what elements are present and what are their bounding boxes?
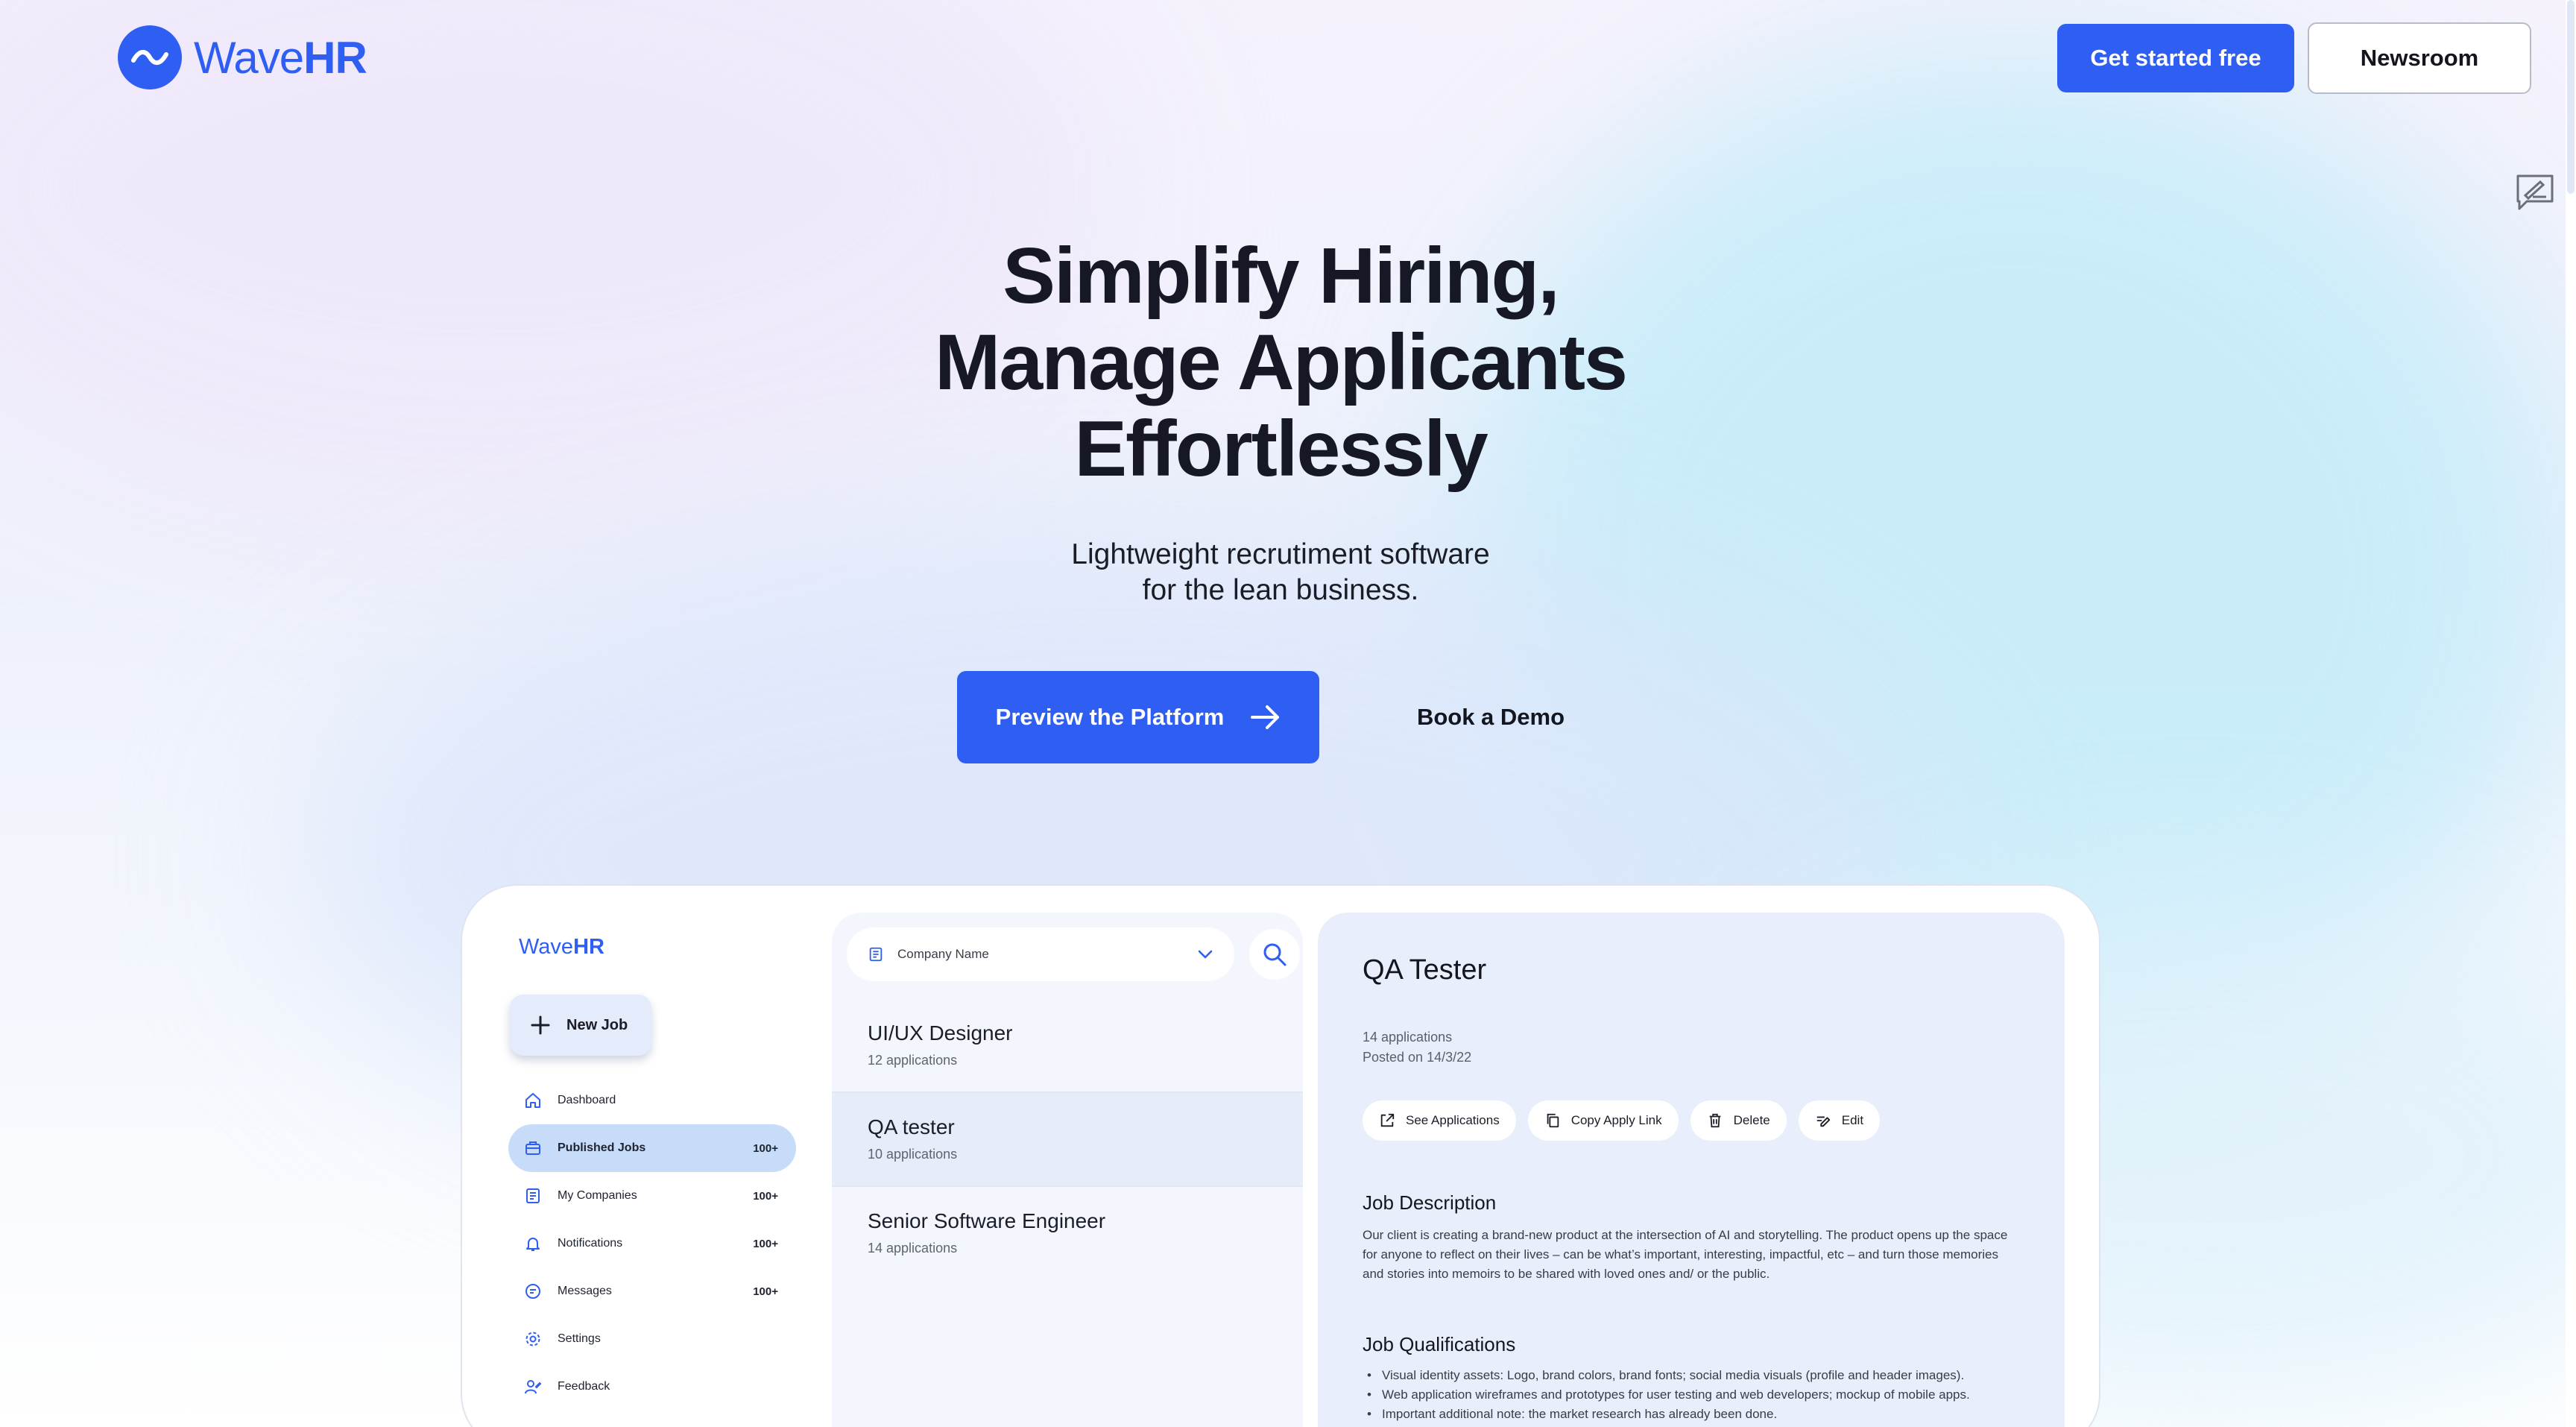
- company-select[interactable]: Company Name: [847, 927, 1234, 981]
- hero-title: Simplify Hiring, Manage Applicants Effor…: [934, 232, 1628, 493]
- job-qualifications-list: Visual identity assets: Logo, brand colo…: [1363, 1366, 2018, 1424]
- job-detail-panel: QA Tester 14 applications Posted on 14/3…: [1318, 913, 2065, 1427]
- site-header: WaveHR Get started free Newsroom: [0, 0, 2576, 119]
- app-logo: WaveHR: [519, 935, 604, 959]
- job-application-count: 10 applications: [868, 1147, 958, 1162]
- feedback-icon: [523, 1377, 543, 1396]
- sidebar-item-notifications[interactable]: Notifications 100+: [508, 1220, 796, 1267]
- job-list-item[interactable]: QA tester 10 applications: [832, 1093, 1303, 1187]
- job-detail-title: QA Tester: [1363, 954, 1487, 986]
- external-link-icon: [1380, 1113, 1395, 1127]
- sidebar-item-dashboard[interactable]: Dashboard: [508, 1077, 796, 1124]
- edit-button[interactable]: Edit: [1798, 1100, 1881, 1141]
- job-title: QA tester: [868, 1115, 955, 1138]
- see-applications-button[interactable]: See Applications: [1363, 1100, 1516, 1141]
- list-item: Visual identity assets: Logo, brand colo…: [1363, 1366, 2018, 1385]
- plus-icon: [531, 1015, 550, 1035]
- job-title: UI/UX Designer: [868, 1021, 1013, 1045]
- app-preview: WaveHR New Job Dashboard Published Jobs …: [461, 884, 2100, 1427]
- job-actions: See Applications Copy Apply Link Delete …: [1363, 1100, 1881, 1141]
- gear-icon: [523, 1329, 543, 1349]
- job-application-count: 12 applications: [868, 1053, 958, 1068]
- sidebar-item-messages[interactable]: Messages 100+: [508, 1267, 796, 1315]
- list-item: Web application wireframes and prototype…: [1363, 1385, 2018, 1405]
- sidebar-nav: Dashboard Published Jobs 100+ My Compani…: [508, 1077, 796, 1411]
- search-button[interactable]: [1249, 929, 1300, 980]
- job-qualifications-heading: Job Qualifications: [1363, 1333, 1516, 1355]
- company-select-placeholder: Company Name: [897, 947, 989, 961]
- app-sidebar: WaveHR New Job Dashboard Published Jobs …: [462, 886, 835, 1427]
- job-detail-meta: 14 applications Posted on 14/3/22: [1363, 1030, 1472, 1065]
- home-icon: [523, 1091, 543, 1110]
- job-description-heading: Job Description: [1363, 1191, 1497, 1214]
- preview-platform-label: Preview the Platform: [995, 704, 1225, 730]
- job-list-item[interactable]: Senior Software Engineer 14 applications: [832, 1187, 1303, 1281]
- preview-platform-button[interactable]: Preview the Platform: [957, 671, 1319, 763]
- search-icon: [1263, 943, 1287, 966]
- job-description-text: Our client is creating a brand-new produ…: [1363, 1228, 2008, 1281]
- copy-apply-link-button[interactable]: Copy Apply Link: [1527, 1100, 1679, 1141]
- job-list-panel: Company Name UI/UX Designer 12 applicati…: [832, 913, 1303, 1427]
- chevron-down-icon: [1198, 950, 1213, 959]
- brand-logo[interactable]: WaveHR: [118, 25, 367, 89]
- sidebar-item-settings[interactable]: Settings: [508, 1315, 796, 1363]
- delete-button[interactable]: Delete: [1690, 1100, 1787, 1141]
- hero-subtitle: Lightweight recrutiment software for the…: [1071, 538, 1490, 606]
- newsroom-button[interactable]: Newsroom: [2308, 22, 2531, 94]
- brand-name: WaveHR: [194, 32, 367, 83]
- new-job-label: New Job: [566, 1016, 628, 1033]
- trash-icon: [1709, 1113, 1720, 1128]
- document-icon: [869, 947, 883, 962]
- sidebar-item-published-jobs[interactable]: Published Jobs 100+: [508, 1124, 796, 1172]
- job-title: Senior Software Engineer: [868, 1209, 1106, 1232]
- new-job-button[interactable]: New Job: [510, 995, 651, 1056]
- sidebar-item-my-companies[interactable]: My Companies 100+: [508, 1172, 796, 1220]
- sidebar-item-feedback[interactable]: Feedback: [508, 1363, 796, 1411]
- scrollbar[interactable]: [2566, 0, 2576, 1427]
- copy-icon: [1547, 1113, 1559, 1128]
- job-list-item[interactable]: UI/UX Designer 12 applications: [832, 999, 1303, 1093]
- briefcase-icon: [523, 1138, 543, 1158]
- book-demo-button[interactable]: Book a Demo: [1371, 671, 1610, 763]
- arrow-right-icon: [1251, 705, 1280, 729]
- job-application-count: 14 applications: [868, 1241, 958, 1256]
- feedback-widget-icon[interactable]: [2515, 173, 2555, 212]
- scrollbar-thumb[interactable]: [2567, 0, 2575, 194]
- list-item: Important additional note: the market re…: [1363, 1405, 2018, 1424]
- building-icon: [523, 1186, 543, 1206]
- job-list: UI/UX Designer 12 applications QA tester…: [832, 999, 1303, 1281]
- message-icon: [523, 1282, 543, 1301]
- wave-logo-icon: [118, 25, 182, 89]
- edit-icon: [1816, 1116, 1830, 1127]
- get-started-button[interactable]: Get started free: [2057, 24, 2294, 92]
- bell-icon: [523, 1234, 543, 1253]
